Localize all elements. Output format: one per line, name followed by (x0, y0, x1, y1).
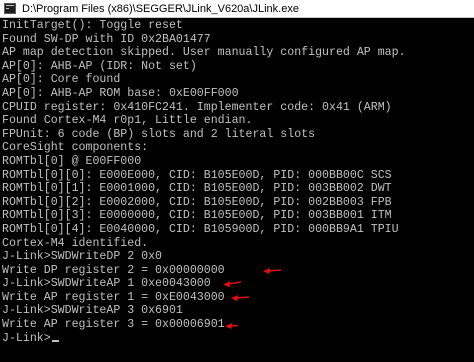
red-arrow-icon (225, 323, 239, 329)
red-arrow-icon (223, 281, 242, 288)
red-arrow-icon (231, 295, 250, 301)
console-line: AP[0]: Core found (2, 73, 121, 87)
console-line: ROMTbl[0][1]: E0001000, CID: B105E00D, P… (2, 182, 392, 196)
console-line: AP[0]: AHB-AP ROM base: 0xE00FF000 (2, 86, 239, 100)
console-line: FPUnit: 6 code (BP) slots and 2 literal … (2, 127, 316, 141)
console-line: AP[0]: AHB-AP (IDR: Not set) (2, 59, 197, 73)
console-line: ROMTbl[0][2]: E0002000, CID: B105E00D, P… (2, 195, 392, 209)
console-line: Cortex-M4 identified. (2, 236, 149, 250)
console-output[interactable]: InitTarget(): Toggle reset Found SW-DP w… (0, 19, 474, 362)
console-line: CoreSight components: (2, 141, 149, 155)
red-arrow-icon (263, 268, 282, 274)
console-line: Found Cortex-M4 r0p1, Little endian. (2, 114, 253, 128)
console-line: Found SW-DP with ID 0x2BA01477 (2, 32, 211, 46)
title-bar[interactable]: D:\Program Files (x86)\SEGGER\JLink_V620… (0, 0, 474, 18)
console-line: InitTarget(): Toggle reset (2, 19, 183, 32)
console-app-icon (4, 3, 16, 14)
console-line: AP map detection skipped. User manually … (2, 46, 406, 60)
console-line: ROMTbl[0][3]: E0000000, CID: B105E00D, P… (2, 209, 392, 223)
text-cursor (51, 339, 59, 342)
jlink-console-window: D:\Program Files (x86)\SEGGER\JLink_V620… (0, 0, 474, 362)
prompt-text: J-Link> (2, 331, 51, 345)
console-line: Write DP register 2 = 0x00000000 (2, 263, 225, 277)
console-line: J-Link>SWDWriteAP 3 0x6901 (2, 304, 183, 318)
console-line: ROMTbl[0][4]: E0040000, CID: B105900D, P… (2, 222, 399, 236)
console-line: CPUID register: 0x410FC241. Implementer … (2, 100, 392, 114)
console-line: J-Link>SWDWriteDP 2 0x0 (2, 250, 163, 264)
command-prompt[interactable]: J-Link> (2, 332, 474, 346)
console-line: ROMTbl[0] @ E00FF000 (2, 154, 142, 168)
window-title: D:\Program Files (x86)\SEGGER\JLink_V620… (22, 3, 299, 15)
console-line: ROMTbl[0][0]: E000E000, CID: B105E00D, P… (2, 168, 392, 182)
